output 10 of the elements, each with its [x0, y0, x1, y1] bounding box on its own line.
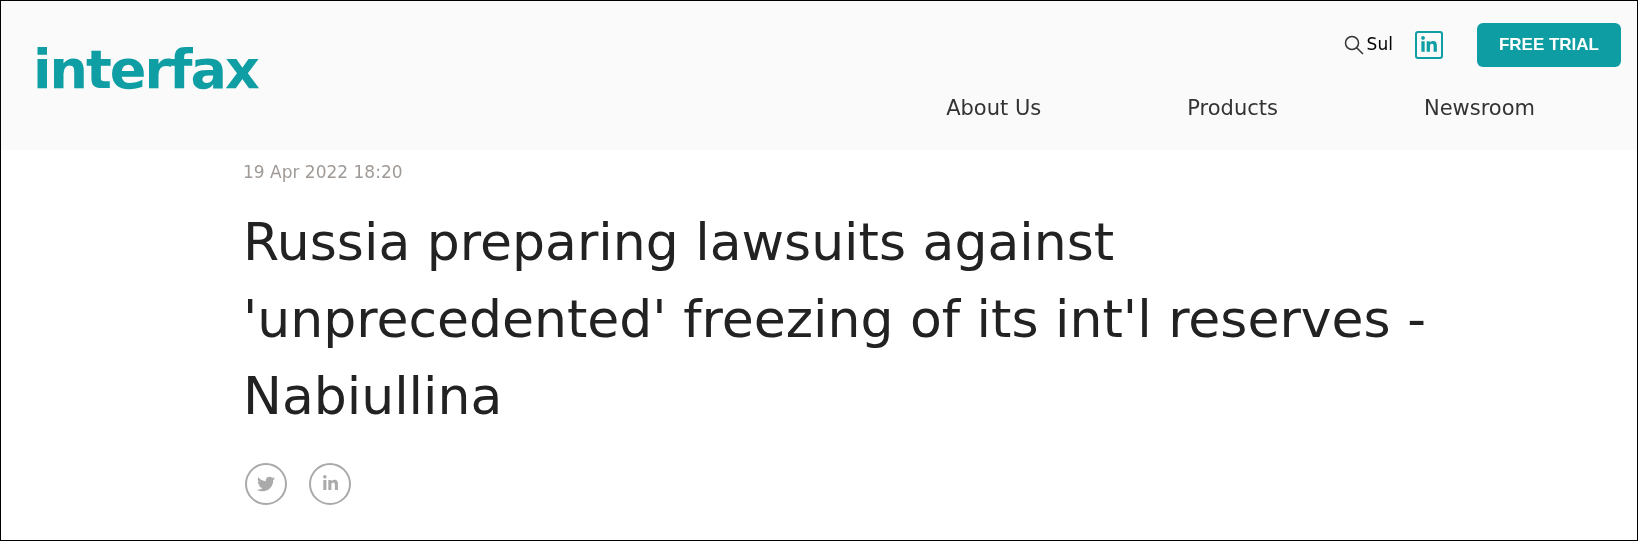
nav-link[interactable]: Newsroom [1423, 93, 1535, 125]
search-icon[interactable] [1342, 34, 1365, 56]
linkedin-icon[interactable] [1414, 31, 1443, 59]
twitter-share-icon[interactable] [245, 462, 287, 505]
search-text: Sul [1366, 33, 1393, 57]
nav-link[interactable]: Products [1187, 93, 1278, 125]
article-title: Russia preparing lawsuits against 'unprecedented' freezing of its int'l reserves - Nabiullina [243, 210, 1427, 428]
nav-link[interactable]: About Us [946, 93, 1042, 125]
article-date: 19 Apr 2022 18:20 [243, 161, 404, 184]
linkedin-share-icon[interactable] [309, 462, 351, 505]
